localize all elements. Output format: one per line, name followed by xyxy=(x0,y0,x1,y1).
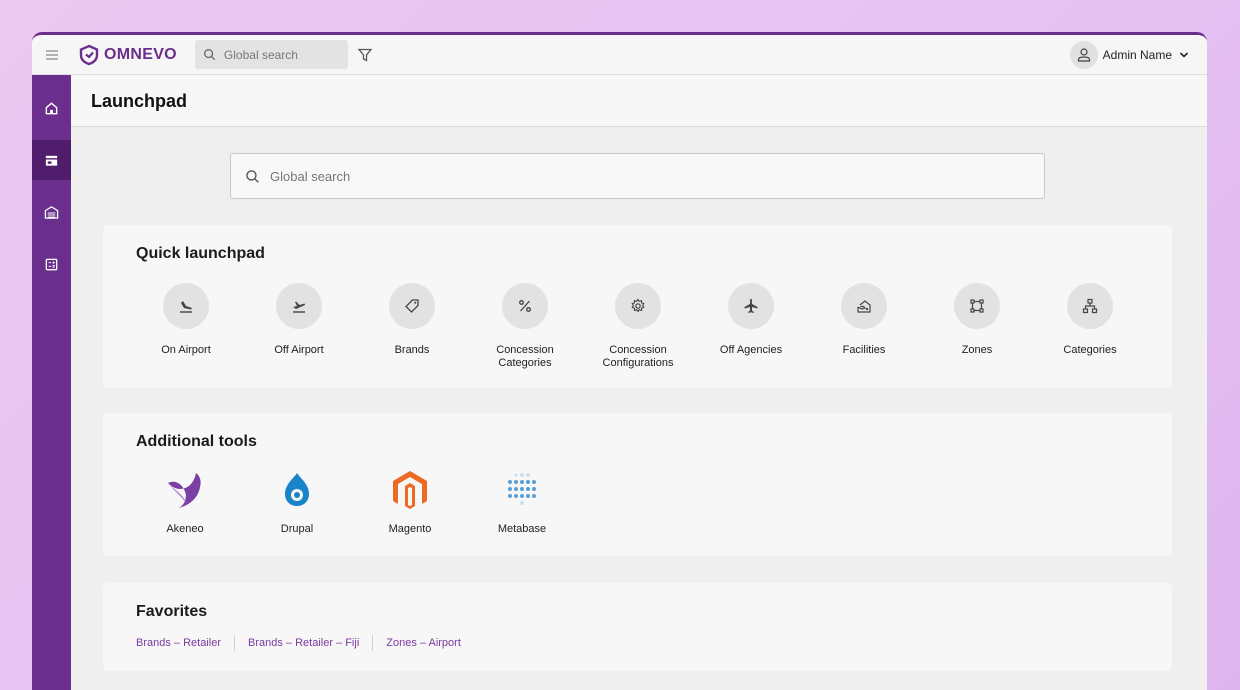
store-icon xyxy=(45,155,58,166)
user-menu[interactable]: Admin Name xyxy=(1069,41,1190,69)
home-icon xyxy=(45,101,58,114)
calculator-icon xyxy=(45,258,58,270)
shield-logo-icon xyxy=(79,44,99,65)
quick-launch-label: Concession Configurations xyxy=(602,344,674,369)
divider xyxy=(234,635,235,651)
menu-icon[interactable] xyxy=(32,35,72,75)
quick-launch-categories[interactable]: Categories xyxy=(1040,283,1140,357)
top-search-input[interactable]: Global search xyxy=(194,40,348,69)
additional-tools-title: Additional tools xyxy=(136,433,257,450)
airplane-icon xyxy=(744,299,758,313)
sidebar-item-calculator[interactable] xyxy=(32,244,71,284)
quick-launch-brands[interactable]: Brands xyxy=(362,283,462,357)
quick-launch-on-airport[interactable]: On Airport xyxy=(136,283,236,357)
quick-launch-facilities[interactable]: Facilities xyxy=(814,283,914,357)
avatar xyxy=(1069,41,1098,69)
search-icon xyxy=(246,169,259,183)
percent-icon xyxy=(519,300,531,312)
quick-launch-zones[interactable]: Zones xyxy=(927,283,1027,357)
tool-akeneo[interactable]: Akeneo xyxy=(140,469,230,535)
plane-landing-icon xyxy=(180,301,192,313)
favorite-link[interactable]: Brands – Retailer xyxy=(136,637,221,649)
quick-launch-label: Categories xyxy=(1063,344,1117,356)
quick-launchpad-title: Quick launchpad xyxy=(136,245,265,262)
page-title: Launchpad xyxy=(91,91,188,111)
page-header: Launchpad xyxy=(71,75,1207,127)
user-name: Admin Name xyxy=(1102,48,1172,62)
tool-label: Akeneo xyxy=(166,523,204,535)
quick-launch-label: On Airport xyxy=(161,344,211,356)
main-search-input[interactable]: Global search xyxy=(230,153,1045,199)
quick-launch-off-airport[interactable]: Off Airport xyxy=(249,283,349,357)
tool-magento[interactable]: Magento xyxy=(365,469,455,535)
quick-launch-label: Facilities xyxy=(842,344,886,356)
hierarchy-icon xyxy=(1082,298,1098,314)
quick-launch-label: Zones xyxy=(961,344,993,356)
sidebar xyxy=(32,75,71,690)
favorites-card: Favorites Brands – Retailer Brands – Ret… xyxy=(103,583,1172,671)
brand-name: OMNEVO xyxy=(104,45,177,63)
filter-icon[interactable] xyxy=(357,47,373,63)
quick-launch-concession-categories[interactable]: Concession Categories xyxy=(475,283,575,370)
sidebar-item-store[interactable] xyxy=(32,140,71,180)
favorites-title: Favorites xyxy=(136,603,208,620)
quick-launch-label: Brands xyxy=(394,344,430,356)
top-search-placeholder: Global search xyxy=(223,47,298,62)
tool-metabase[interactable]: Metabase xyxy=(477,469,567,535)
top-bar: OMNEVO Global search Admin Name xyxy=(32,35,1207,75)
tool-label: Drupal xyxy=(280,523,314,535)
additional-tools-card: Additional tools Akeneo Drupal Magento M… xyxy=(103,413,1172,556)
app-window: OMNEVO Global search Admin Name Launchpa… xyxy=(32,32,1207,690)
gear-icon xyxy=(631,298,645,313)
favorite-link[interactable]: Brands – Retailer – Fiji xyxy=(248,637,359,649)
favorites-list: Brands – Retailer Brands – Retailer – Fi… xyxy=(136,635,461,651)
quick-launchpad-card: Quick launchpad On Airport Off Airport B… xyxy=(103,225,1172,388)
quick-launch-label: Off Airport xyxy=(274,344,324,356)
drupal-logo xyxy=(285,473,309,506)
akeneo-logo xyxy=(168,473,201,508)
tool-drupal[interactable]: Drupal xyxy=(252,469,342,535)
plane-takeoff-icon xyxy=(293,301,305,313)
chevron-down-icon xyxy=(1179,52,1189,58)
user-icon xyxy=(1077,48,1090,62)
logo[interactable]: OMNEVO xyxy=(78,44,177,66)
tool-label: Magento xyxy=(388,523,432,535)
quick-launch-off-agencies[interactable]: Off Agencies xyxy=(701,283,801,357)
metabase-logo xyxy=(508,473,536,505)
quick-launch-label: Off Agencies xyxy=(719,344,783,356)
search-icon xyxy=(203,49,215,61)
quick-launch-concession-configurations[interactable]: Concession Configurations xyxy=(588,283,688,370)
tag-icon xyxy=(405,299,419,313)
facility-icon xyxy=(857,300,871,313)
quick-launch-label: Concession Categories xyxy=(496,344,554,369)
zones-icon xyxy=(970,299,984,313)
sidebar-item-warehouse[interactable] xyxy=(32,192,71,232)
sidebar-item-home[interactable] xyxy=(32,88,71,128)
divider xyxy=(372,635,374,651)
tool-label: Metabase xyxy=(497,523,547,535)
favorite-link[interactable]: Zones – Airport xyxy=(386,637,461,649)
magento-logo xyxy=(393,471,427,509)
main-search-placeholder: Global search xyxy=(270,168,351,184)
warehouse-icon xyxy=(44,205,59,219)
